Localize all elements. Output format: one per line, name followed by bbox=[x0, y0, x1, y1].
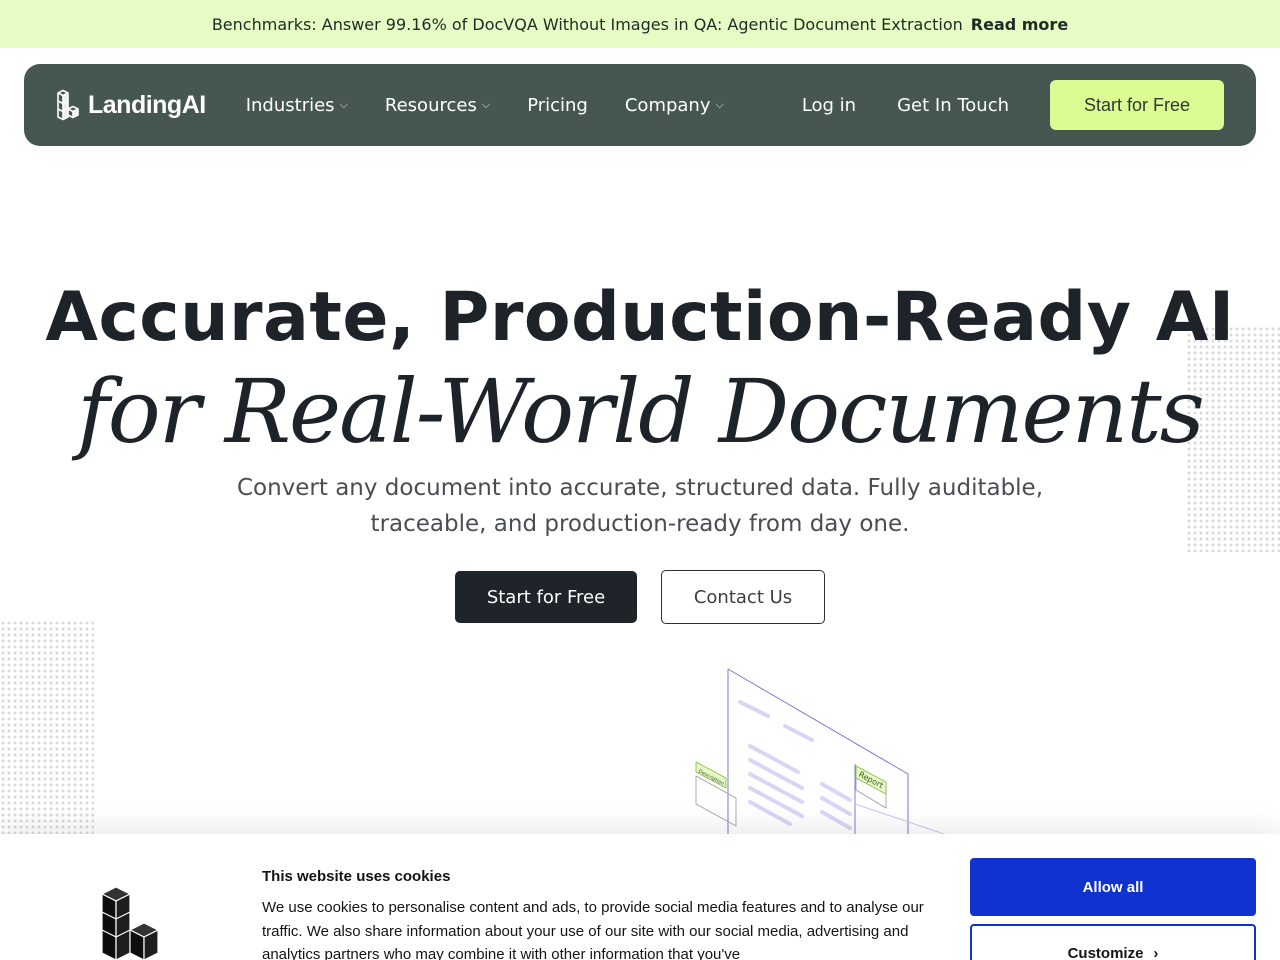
landingai-cubes-icon bbox=[101, 886, 159, 960]
nav-item-industries[interactable]: Industries ⌵ bbox=[246, 95, 348, 116]
allow-all-button[interactable]: Allow all bbox=[970, 858, 1256, 916]
chevron-down-icon: ⌵ bbox=[481, 98, 491, 111]
landingai-logo-icon bbox=[57, 89, 79, 121]
chevron-right-icon: › bbox=[1153, 944, 1159, 960]
tag-label-right: Report bbox=[855, 765, 887, 795]
announcement-banner: Benchmarks: Answer 99.16% of DocVQA With… bbox=[0, 0, 1280, 48]
nav-item-resources[interactable]: Resources ⌵ bbox=[385, 95, 490, 116]
get-in-touch-link[interactable]: Get In Touch bbox=[897, 95, 1009, 116]
banner-text: Benchmarks: Answer 99.16% of DocVQA With… bbox=[211, 14, 963, 34]
nav-item-label: Industries bbox=[245, 94, 335, 116]
chevron-down-icon: ⌵ bbox=[715, 98, 724, 111]
brand-logo[interactable]: LandingAI bbox=[56, 89, 206, 121]
login-link[interactable]: Log in bbox=[802, 95, 856, 116]
hero-contact-us-button[interactable]: Contact Us bbox=[661, 570, 825, 624]
cookie-title: This website uses cookies bbox=[262, 868, 451, 885]
nav-item-label: Company bbox=[624, 94, 711, 116]
main-navigation: LandingAI Industries ⌵ Resources ⌵ Prici… bbox=[24, 64, 1256, 146]
nav-item-label: Pricing bbox=[527, 94, 588, 116]
document-illustration: Description Report bbox=[695, 668, 951, 836]
hero-title: Accurate, Production-Ready AI bbox=[45, 278, 1235, 357]
nav-item-company[interactable]: Company ⌵ bbox=[625, 95, 724, 116]
customize-label: Customize bbox=[1067, 944, 1144, 960]
nav-item-pricing[interactable]: Pricing bbox=[527, 95, 588, 116]
cookie-consent-banner: This website uses cookies We use cookies… bbox=[0, 834, 1280, 960]
nav-actions: Log in Get In Touch Start for Free bbox=[802, 80, 1224, 130]
chevron-down-icon: ⌵ bbox=[339, 98, 348, 111]
brand-name: LandingAI bbox=[88, 90, 206, 119]
hero-description: Convert any document into accurate, stru… bbox=[236, 475, 1044, 537]
cookie-description: We use cookies to personalise content an… bbox=[262, 899, 924, 960]
banner-read-more-link[interactable]: Read more bbox=[971, 15, 1068, 34]
hero-subtitle: for Real-World Documents bbox=[77, 360, 1205, 463]
customize-button[interactable]: Customize › bbox=[970, 924, 1256, 960]
nav-item-label: Resources bbox=[384, 94, 477, 116]
hero-start-free-button[interactable]: Start for Free bbox=[455, 571, 637, 623]
nav-start-free-button[interactable]: Start for Free bbox=[1050, 80, 1224, 130]
decorative-dot-pattern bbox=[0, 620, 94, 835]
